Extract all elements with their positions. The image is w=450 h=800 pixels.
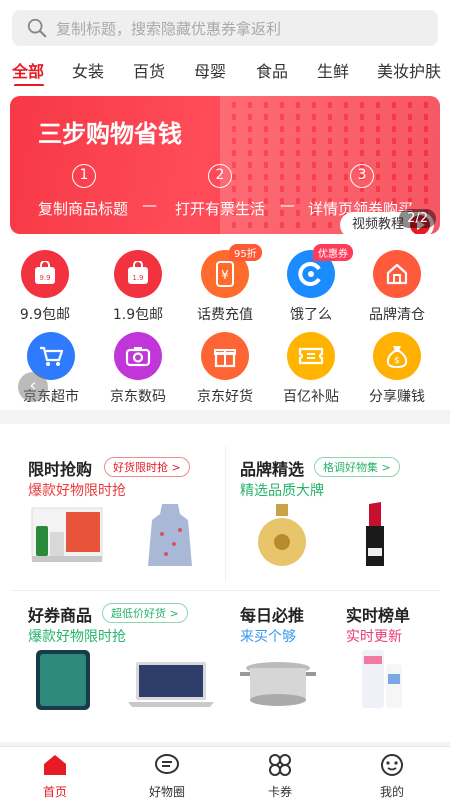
tab-general[interactable]: 百货: [133, 58, 165, 82]
grid-item-label: 话费充值: [197, 307, 253, 323]
pot-product-image: [240, 662, 316, 706]
flash-sale-subtitle: 爆款好物限时抢: [28, 483, 126, 499]
tab-baby[interactable]: 母婴: [194, 58, 226, 82]
tab-label: 我的: [379, 785, 404, 799]
category-tabs: 全部 女装 百货 母婴 食品 生鲜 美妆护肤: [0, 56, 450, 86]
coupon-goods-tag[interactable]: 超低价好货 >: [102, 603, 188, 623]
discount-badge: 95折: [229, 244, 262, 261]
search-bar[interactable]: 复制标题，搜索隐藏优惠券拿返利: [12, 10, 438, 46]
video-tutorial-label: 视频教程: [352, 217, 405, 232]
grid-item-label: 京东好货: [197, 389, 253, 405]
step-number: 1: [72, 164, 96, 188]
tab-good-stuff[interactable]: 好物圈: [127, 753, 207, 800]
banner-title: 三步购物省钱: [38, 120, 182, 148]
banner-pager: 2/2: [399, 209, 436, 228]
tab-mine[interactable]: 我的: [352, 753, 432, 800]
grid-item-phone-recharge[interactable]: ¥ 95折 话费充值: [180, 244, 270, 324]
step-text: 打开有票生活: [175, 200, 266, 218]
house-icon: [373, 250, 421, 298]
bottom-tab-bar: 首页 好物圈 卡券 我的: [0, 746, 450, 800]
tab-all[interactable]: 全部: [12, 58, 44, 82]
card-divider: [225, 446, 226, 582]
grid-item-label: 京东数码: [110, 389, 166, 405]
tab-home[interactable]: 首页: [15, 753, 95, 800]
step-number: 3: [350, 164, 374, 188]
bag-icon: 9.9: [21, 250, 69, 298]
grid-item-jd-digital[interactable]: 京东数码: [93, 332, 183, 406]
grid-item-label: 9.9包邮: [19, 307, 71, 323]
grid-item-label: 品牌清仓: [369, 307, 425, 323]
grid-item-label: 百亿补贴: [283, 389, 339, 405]
flash-sale-title: 限时抢购: [28, 460, 93, 479]
face-icon: [381, 754, 403, 776]
lipstick-product-image: [366, 502, 384, 566]
coupon-goods-subtitle: 爆款好物限时抢: [28, 629, 126, 645]
tab-label: 首页: [42, 785, 67, 799]
svg-text:¥: ¥: [221, 268, 229, 282]
tab-beauty[interactable]: 美妆护肤: [377, 58, 441, 82]
dress-product-image: [148, 504, 192, 566]
step-text: 复制商品标题: [38, 200, 129, 218]
perfume-product-image: [258, 504, 306, 566]
active-tab-underline: [14, 84, 44, 86]
grid-item-label: 分享赚钱: [369, 389, 425, 405]
grid-item-9-9-free-shipping[interactable]: 9.9 9.9包邮: [0, 250, 90, 324]
step-number: 2: [208, 164, 232, 188]
svg-text:1.9: 1.9: [132, 274, 143, 282]
grid-item-1-9-free-shipping[interactable]: 1.9 1.9包邮: [93, 250, 183, 324]
clover-icon: [269, 754, 291, 776]
tab-food[interactable]: 食品: [256, 58, 288, 82]
chat-icon: [155, 754, 179, 774]
search-placeholder: 复制标题，搜索隐藏优惠券拿返利: [56, 19, 282, 38]
bag-icon: 1.9: [114, 250, 162, 298]
realtime-rank-subtitle: 实时更新: [346, 629, 402, 645]
daily-pick-subtitle: 来买个够: [240, 629, 296, 645]
search-icon: [27, 18, 47, 38]
grid-item-subsidy[interactable]: 百亿补贴: [266, 332, 356, 406]
step-separator: —: [142, 196, 157, 214]
tab-label: 卡券: [267, 785, 292, 799]
grid-item-label: 饿了么: [290, 307, 332, 323]
tab-label: 好物圈: [148, 785, 185, 799]
gift-icon: [201, 332, 249, 380]
grid-item-share-earn[interactable]: $ 分享赚钱: [352, 332, 442, 406]
realtime-rank-title: 实时榜单: [346, 606, 411, 625]
baby-lotion-product-image: [362, 650, 402, 708]
eleme-logo-icon: 优惠券: [287, 244, 353, 298]
smartphone-product-image: [36, 650, 90, 710]
flash-sale-tag[interactable]: 好货限时抢 >: [104, 457, 190, 477]
brand-select-subtitle: 精选品质大牌: [240, 483, 324, 499]
grid-item-label: 1.9包邮: [112, 307, 164, 323]
side-toggle-button[interactable]: ‹: [18, 372, 48, 402]
card-divider: [10, 590, 440, 591]
ticket-icon: [287, 332, 335, 380]
tab-women[interactable]: 女装: [72, 58, 104, 82]
promo-banner[interactable]: 三步购物省钱 视频教程 1 2 3 复制商品标题 — 打开有票生活 — 详情页领…: [10, 96, 440, 234]
yen-phone-icon: ¥ 95折: [201, 244, 262, 298]
svg-text:9.9: 9.9: [39, 274, 50, 282]
tab-coupons[interactable]: 卡券: [240, 753, 320, 800]
camera-icon: [114, 332, 162, 380]
gift-box-product-image: [31, 507, 103, 562]
top-header: 复制标题，搜索隐藏优惠券拿返利 全部 女装 百货 母婴 食品 生鲜 美妆护肤: [0, 0, 450, 90]
daily-pick-title: 每日必推: [240, 606, 305, 625]
svg-text:$: $: [394, 356, 400, 366]
grid-item-jd-good-goods[interactable]: 京东好货: [180, 332, 270, 406]
grid-item-eleme[interactable]: 优惠券 饿了么: [266, 244, 356, 324]
home-icon: [44, 755, 66, 775]
brand-select-title: 品牌精选: [240, 460, 305, 479]
step-separator: —: [280, 196, 295, 214]
money-bag-icon: $: [373, 332, 421, 380]
tab-fresh[interactable]: 生鲜: [317, 58, 349, 82]
grid-item-brand-clearance[interactable]: 品牌清仓: [352, 250, 442, 324]
coupon-badge: 优惠券: [313, 244, 353, 261]
coupon-goods-title: 好券商品: [28, 606, 93, 625]
laptop-product-image: [128, 662, 214, 707]
brand-select-tag[interactable]: 格调好物集 >: [314, 457, 400, 477]
